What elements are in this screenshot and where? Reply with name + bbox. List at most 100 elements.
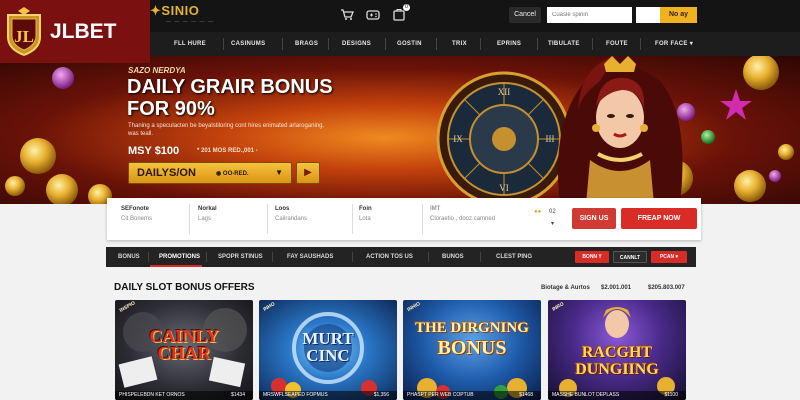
coin-toggle-icon[interactable]: ●● [534, 209, 541, 215]
field-foin[interactable]: Foin Lota [359, 206, 372, 222]
coin-icon [734, 170, 766, 202]
tab-divider [352, 252, 353, 262]
nav-item[interactable]: DESIGNS [342, 32, 371, 56]
play-button[interactable]: ▶ [296, 162, 320, 184]
nav-item[interactable]: GOSTIN [397, 32, 422, 56]
nav-divider [592, 38, 593, 50]
card-title: MURT CINC [302, 329, 354, 365]
token-icon: ◉ [216, 171, 222, 177]
hero-description: Thaning a speculacten be beyalstiloring … [128, 123, 325, 137]
hero-price-suffix: * 201 MOS RED.,001 - [197, 148, 258, 154]
filter-pcan-button[interactable]: PCAN ▾ [651, 251, 687, 263]
nav-item[interactable]: FOUTE [606, 32, 628, 56]
filter-cannlt-button[interactable]: CANNLT [613, 251, 647, 263]
select-value: ◉ OO-RED. [216, 171, 249, 177]
nav-item[interactable]: BRAGS [295, 32, 318, 56]
gamepad-icon[interactable] [366, 8, 380, 21]
card-footer: MASSHE BUNLOT DEPLASS $1100 [548, 391, 686, 400]
field-loos[interactable]: Loos Calirandans [275, 206, 307, 222]
search-input[interactable] [547, 7, 632, 23]
logo-shield-icon: JL [7, 7, 41, 57]
tab-fay-saushads[interactable]: FAY SAUSHADS [287, 247, 333, 267]
chevron-down-icon: ▾ [675, 254, 679, 260]
card-footer: PHASPT PER WEB COPTUB $1468 [403, 391, 541, 400]
card-price: $1434 [231, 392, 245, 398]
chevron-down-icon[interactable]: ▾ [551, 220, 554, 227]
field-imt[interactable]: IMT Cloraetio , dooz camned [430, 206, 495, 222]
field-label: Loos [275, 206, 290, 212]
tab-divider [206, 252, 207, 262]
tab-action-tos-us[interactable]: ACTION TOS US [366, 247, 413, 267]
card-name: MRSWFLSEAPED FOPMUS [263, 392, 328, 398]
nav-divider [328, 38, 329, 50]
card-title: RACGHT DUNGIING [575, 344, 659, 378]
tab-spopr-stinus[interactable]: SPOPR STINUS [218, 247, 263, 267]
play-icon: ▶ [304, 167, 312, 178]
tab-bonus[interactable]: BONUS [118, 247, 140, 267]
search-addon[interactable] [636, 7, 660, 23]
section-meta: $2.001.001 [601, 285, 632, 291]
card-price: $1,356 [373, 392, 389, 398]
nav-item[interactable]: FLL HURE [174, 32, 206, 56]
field-label: Foin [359, 206, 372, 212]
chevron-down-icon: ▼ [275, 168, 283, 177]
field-norkal[interactable]: Norkal Lags [198, 206, 217, 222]
wallet-icon[interactable]: 0 [392, 4, 410, 21]
tab-divider [480, 252, 481, 262]
field-label: IMT [430, 206, 441, 212]
game-card[interactable]: INHO MURT CINC MRSWFLSEAPED FOPMUS $1,356 [259, 300, 397, 400]
coin-icon [778, 144, 794, 160]
partner-brand-sub: — — — — — — [166, 19, 214, 25]
counter-value: 02 [549, 209, 556, 215]
star-icon [720, 89, 752, 120]
nav-item[interactable]: EPRINS [497, 32, 521, 56]
partner-brand[interactable]: ✦SINIO [150, 3, 199, 19]
coin-icon [743, 56, 779, 90]
coin-icon [20, 138, 56, 174]
card-title: THE DIRGNING BONUS [415, 320, 529, 359]
field-sefonote[interactable]: SEFonote Cit Bonems [121, 206, 152, 222]
hostess-illustration [558, 56, 683, 204]
cancel-button[interactable]: Cancel [509, 7, 541, 23]
game-card[interactable]: INSPIO CAINLY CHAR PHISPELEBDN KET ORNOS … [115, 300, 253, 400]
daily-bonus-select[interactable]: DAILYS/ON ◉ OO-RED. ▼ [128, 162, 292, 184]
card-price: $1468 [519, 392, 533, 398]
card-title: CAINLY CHAR [149, 326, 219, 363]
tab-promotions[interactable]: PROMOTIONS [159, 247, 200, 267]
primary-action-button[interactable]: No ay [660, 7, 697, 23]
gem-icon [769, 170, 781, 182]
coin-icon [46, 174, 78, 204]
game-card[interactable]: INHIO THE DIRGNING BONUS PHASPT PER WEB C… [403, 300, 541, 400]
freap-now-button[interactable]: FREAP NOW [621, 208, 697, 229]
logo[interactable]: JL JLBET [0, 0, 150, 63]
nav-divider [480, 38, 481, 50]
svg-text:JL: JL [14, 27, 34, 46]
hero-eyebrow: SAZO NERDYA [128, 66, 186, 75]
nav-divider [223, 38, 224, 50]
card-footer: MRSWFLSEAPED FOPMUS $1,356 [259, 391, 397, 400]
active-tab-indicator [150, 265, 202, 267]
field-value: Lags [198, 216, 212, 222]
nav-item[interactable]: TRIX [452, 32, 467, 56]
card-price: $1100 [664, 392, 678, 398]
nav-item-more[interactable]: FOR FACE ▾ [655, 32, 693, 56]
sign-up-button[interactable]: SIGN US [572, 208, 616, 229]
nav-divider [640, 38, 641, 50]
game-card[interactable]: INRO RACGHT DUNGIING MASSHE BUNLOT DEPLAS… [548, 300, 686, 400]
nav-item[interactable]: CASINUMS [231, 32, 265, 56]
tab-clest-ping[interactable]: CLEST PING [496, 247, 532, 267]
brand-name: JLBET [50, 20, 117, 43]
field-divider [352, 204, 353, 234]
cart-icon[interactable] [340, 8, 354, 21]
filter-bonny-button[interactable]: BONN Y [575, 251, 609, 263]
section-meta: Biotage & Aurtos [541, 285, 590, 291]
hero-title-line: FOR 90% [127, 98, 215, 120]
nav-divider [537, 38, 538, 50]
field-divider [189, 204, 190, 234]
card-footer: PHISPELEBDN KET ORNOS $1434 [115, 391, 253, 400]
tab-divider [272, 252, 273, 262]
tab-bunos[interactable]: BUNOS [442, 247, 464, 267]
nav-item[interactable]: TIBULATE [548, 32, 580, 56]
top-icons: 0 [340, 4, 410, 21]
tab-divider [428, 252, 429, 262]
